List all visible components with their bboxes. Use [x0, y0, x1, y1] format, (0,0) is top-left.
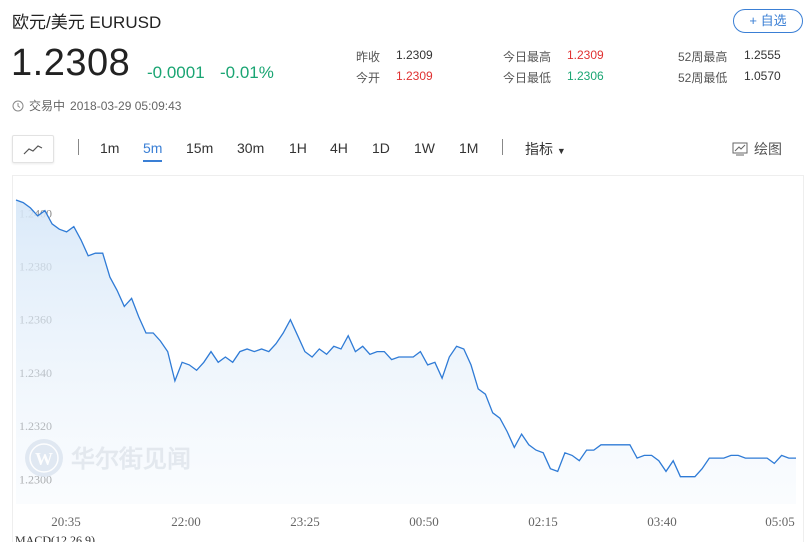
line-chart-type-button[interactable]: [12, 135, 54, 163]
add-watchlist-button[interactable]: + 自选: [733, 9, 803, 33]
stat-value: 1.2555: [744, 48, 781, 62]
draw-label: 绘图: [754, 141, 782, 157]
stat-52w-high: 52周最高 1.2555: [678, 48, 781, 65]
stat-day-high: 今日最高 1.2309: [503, 48, 604, 65]
price-change-percent: -0.01%: [220, 63, 274, 82]
instrument-title: 欧元/美元 EURUSD: [12, 13, 162, 32]
trading-status: 交易中 2018-03-29 05:09:43: [12, 97, 181, 114]
timeframe-1m[interactable]: 1m: [100, 140, 119, 156]
stat-prev-close: 昨收 1.2309: [356, 48, 433, 65]
caret-down-icon: ▼: [556, 146, 566, 156]
indicator-dropdown[interactable]: 指标 ▼: [525, 139, 566, 159]
timeframe-5m[interactable]: 5m: [143, 140, 163, 162]
draw-button[interactable]: 绘图: [732, 139, 782, 159]
stat-value: 1.2309: [396, 48, 433, 62]
stat-label: 今日最低: [503, 71, 552, 85]
toolbar-divider: [502, 139, 503, 155]
current-price: 1.2308: [11, 42, 131, 84]
timeframe-1h[interactable]: 1H: [289, 140, 307, 156]
stat-open: 今开 1.2309: [356, 69, 433, 86]
stat-label: 52周最低: [678, 71, 728, 85]
price-chart[interactable]: 1.23001.23201.23401.23601.23801.2400 W 华…: [12, 175, 804, 547]
stat-label: 52周最高: [678, 50, 728, 64]
stat-label: 昨收: [356, 50, 381, 64]
timeframe-1m-month[interactable]: 1M: [459, 140, 478, 156]
timeframe-15m[interactable]: 15m: [186, 140, 213, 156]
x-tick-label: 22:00: [171, 514, 201, 529]
price-chart-svg: 1.23001.23201.23401.23601.23801.2400 W 华…: [15, 199, 796, 547]
timeframe-4h[interactable]: 4H: [330, 140, 348, 156]
x-tick-label: 03:40: [647, 514, 677, 529]
stat-label: 今开: [356, 71, 381, 85]
stat-label: 今日最高: [503, 50, 552, 64]
toolbar-divider: [78, 139, 79, 155]
watermark-text: 华尔街见闻: [71, 445, 191, 473]
timeframe-30m[interactable]: 30m: [237, 140, 264, 156]
chart-toolbar: 1m 5m 15m 30m 1H 4H 1D 1W 1M 指标 ▼ 绘图: [12, 135, 802, 163]
indicator-label: 指标: [525, 141, 553, 157]
x-tick-label: 05:05: [765, 514, 795, 529]
watermark-letter-icon: W: [35, 449, 53, 469]
status-timestamp: 2018-03-29 05:09:43: [70, 98, 182, 113]
stat-52w-low: 52周最低 1.0570: [678, 69, 781, 86]
x-tick-label: 23:25: [290, 514, 320, 529]
line-chart-icon: [23, 145, 43, 155]
stat-value: 1.0570: [744, 69, 781, 83]
stat-day-low: 今日最低 1.2306: [503, 69, 604, 86]
timeframe-1d[interactable]: 1D: [372, 140, 390, 156]
stat-value: 1.2306: [567, 69, 604, 83]
x-tick-label: 02:15: [528, 514, 558, 529]
stat-value: 1.2309: [567, 48, 604, 62]
timeframe-1w[interactable]: 1W: [414, 140, 435, 156]
drawing-icon: [732, 142, 748, 156]
x-tick-label: 00:50: [409, 514, 439, 529]
status-label: 交易中: [29, 99, 66, 113]
price-change: -0.0001: [147, 63, 205, 82]
x-tick-label: 20:35: [51, 514, 81, 529]
clock-icon: [12, 100, 24, 111]
stat-value: 1.2309: [396, 69, 433, 83]
